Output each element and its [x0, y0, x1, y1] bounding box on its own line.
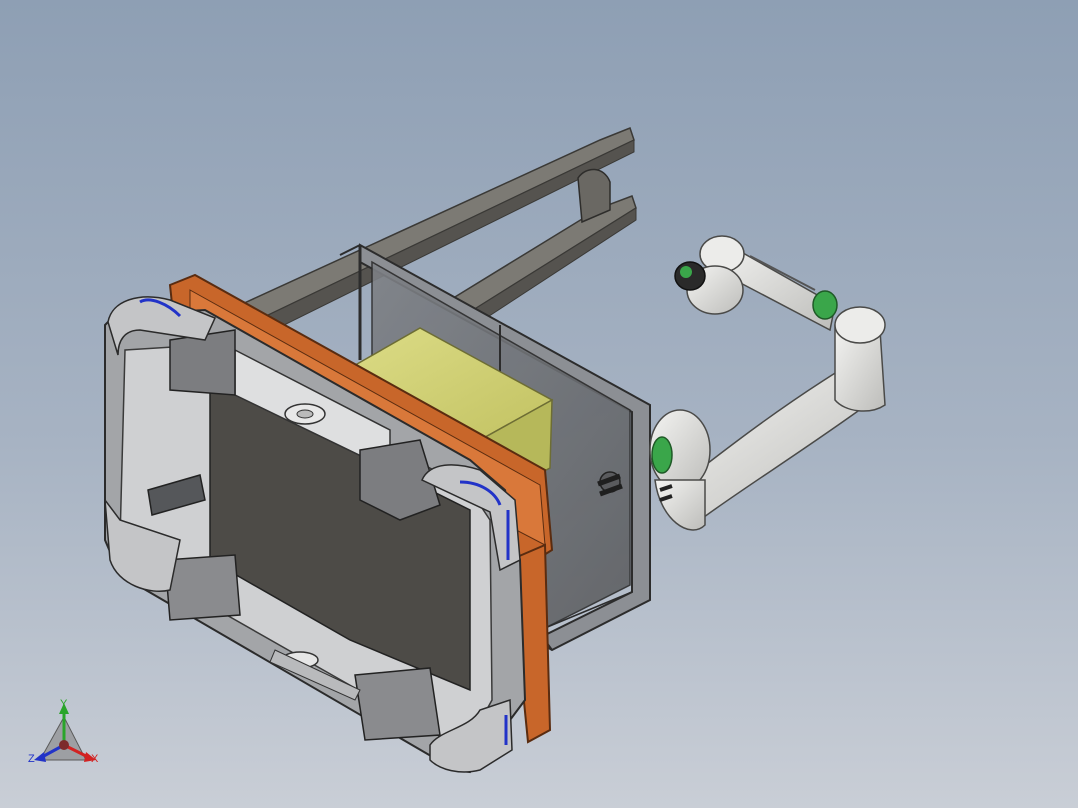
triad-x-label: X: [91, 753, 99, 765]
triad-y-label: Y: [60, 698, 68, 710]
joint-accent-base: [651, 436, 673, 474]
joint-accent-upper: [812, 290, 838, 320]
lower-right-block: [354, 667, 441, 741]
robot-arm: [649, 235, 886, 531]
triad-z-label: Z: [28, 753, 35, 765]
lower-left-block: [164, 554, 241, 621]
cad-viewport[interactable]: Y X Z: [0, 0, 1078, 808]
orientation-triad: Y X Z: [28, 698, 99, 765]
assembly-model[interactable]: Y X Z: [0, 0, 1078, 808]
